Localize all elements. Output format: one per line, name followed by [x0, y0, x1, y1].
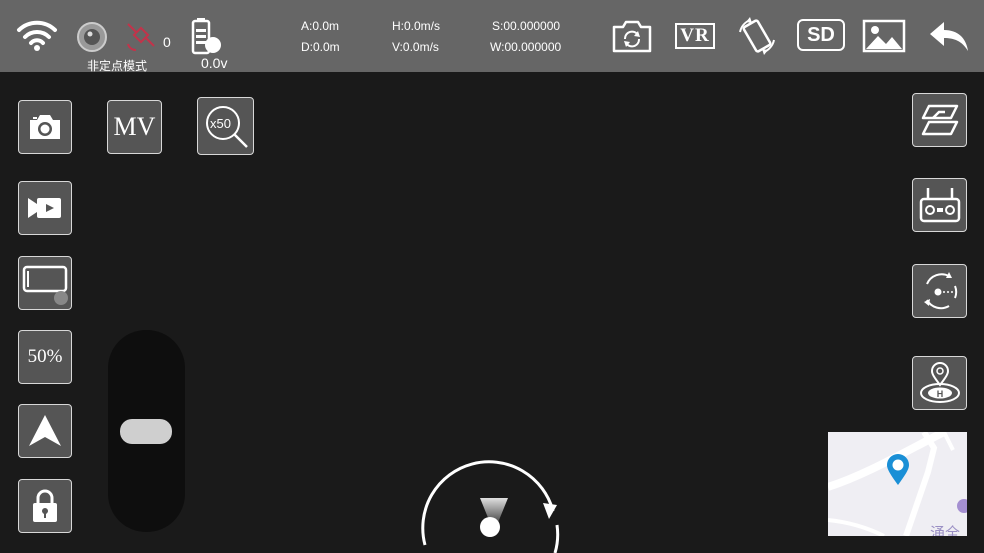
return-home-button[interactable]: H	[912, 356, 967, 410]
sd-card-icon[interactable]: SD	[796, 18, 846, 52]
gallery-icon[interactable]	[862, 18, 906, 54]
video-camera-icon	[28, 198, 61, 218]
rotate-screen-icon[interactable]	[736, 16, 778, 56]
one-key-takeoff-button[interactable]	[912, 93, 967, 147]
altitude-readout: A:0.0m	[301, 19, 340, 33]
switch-camera-icon[interactable]	[611, 18, 653, 54]
headless-mode-button[interactable]	[18, 404, 72, 458]
speed-button[interactable]: 50%	[18, 330, 72, 384]
map-pin-icon	[887, 454, 909, 485]
drone-position-dot	[480, 517, 500, 537]
mv-button[interactable]: MV	[107, 100, 162, 154]
distance-readout: D:0.0m	[301, 40, 340, 54]
mini-map[interactable]: 涌全	[828, 432, 967, 536]
lock-icon	[33, 489, 57, 522]
landscape-phone-icon	[22, 265, 68, 305]
lock-button[interactable]	[18, 479, 72, 533]
gps-icon	[124, 20, 160, 52]
home-point-icon: H	[919, 362, 960, 403]
controller-icon	[919, 188, 960, 223]
camera-signal-icon	[76, 21, 108, 53]
screen-mode-button[interactable]	[18, 256, 72, 310]
navigation-arrow-icon	[29, 415, 61, 446]
latitude-readout: S:00.000000	[492, 19, 561, 33]
takeoff-landing-icon	[921, 104, 958, 136]
vertical-speed-readout: V:0.0m/s	[392, 40, 439, 54]
zoom-label: x50	[210, 115, 231, 131]
speed-label: 50%	[27, 346, 63, 367]
back-icon[interactable]	[926, 18, 972, 54]
svg-text:H: H	[936, 389, 943, 399]
gimbal-dial[interactable]	[417, 453, 563, 553]
battery-icon	[190, 17, 224, 55]
vr-icon[interactable]: VR	[673, 21, 717, 51]
battery-voltage: 0.0v	[201, 55, 228, 71]
map-place-label: 涌全	[930, 525, 961, 536]
camera-icon	[30, 115, 60, 139]
map-poi-icon	[957, 499, 967, 513]
mv-label: MV	[113, 112, 156, 141]
orbit-mode-button[interactable]	[912, 264, 967, 318]
take-photo-button[interactable]	[18, 100, 72, 154]
sd-label: SD	[797, 19, 845, 51]
vr-label: VR	[675, 23, 715, 49]
gps-count: 0	[163, 34, 171, 50]
throttle-slider-thumb[interactable]	[120, 419, 172, 444]
horizontal-speed-readout: H:0.0m/s	[392, 19, 441, 33]
wifi-icon	[16, 18, 58, 52]
longitude-readout: W:00.000000	[490, 40, 562, 54]
dial-arrow-icon	[543, 503, 557, 519]
orbit-icon	[923, 272, 957, 310]
flight-mode-label: 非定点模式	[87, 59, 148, 73]
zoom-button[interactable]: x50	[197, 97, 254, 155]
remote-control-button[interactable]	[912, 178, 967, 232]
record-video-button[interactable]	[18, 181, 72, 235]
